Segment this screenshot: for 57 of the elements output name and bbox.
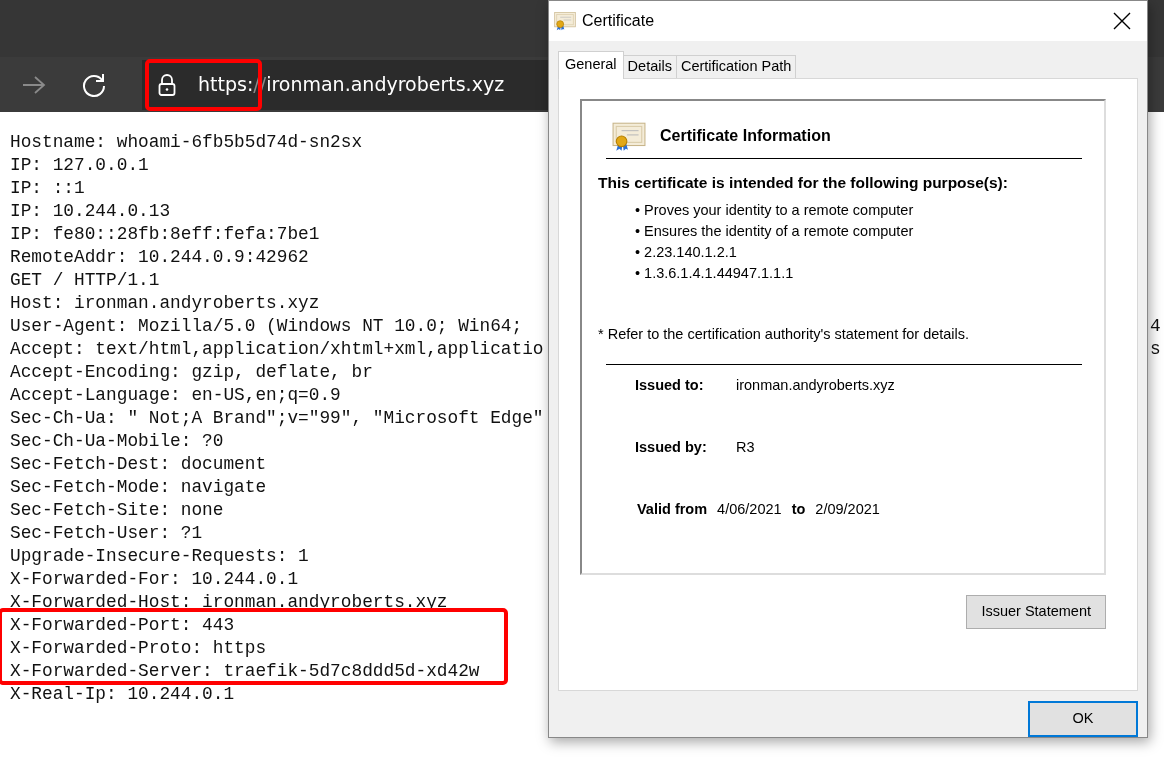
text-line: RemoteAddr: 10.244.0.9:42962 bbox=[10, 246, 309, 269]
text-line: GET / HTTP/1.1 bbox=[10, 269, 160, 292]
certificate-icon bbox=[612, 120, 646, 152]
text-line: Accept: text/html,application/xhtml+xml,applicatio bbox=[10, 338, 544, 361]
bullet-mark: • bbox=[635, 222, 641, 242]
text-line: Sec-Ch-Ua: " Not;A Brand";v="99", "Microsoft Edge" bbox=[10, 407, 544, 430]
text-line: IP: 10.244.0.13 bbox=[10, 200, 171, 223]
tab[interactable]: Certification Path bbox=[675, 54, 797, 78]
text-line: X-Forwarded-Server: traefik-5d7c8ddd5d-xd42w bbox=[10, 660, 480, 683]
tab[interactable]: General bbox=[558, 50, 624, 79]
text-line: X-Forwarded-Proto: https bbox=[10, 637, 267, 660]
text-line: Hostname: whoami-6fb5b5d74d-sn2sx bbox=[10, 131, 363, 154]
purpose-item: Proves your identity to a remote computer bbox=[644, 201, 914, 221]
text-line: Host: ironman.andyroberts.xyz bbox=[10, 292, 320, 315]
text-line: X-Real-Ip: 10.244.0.1 bbox=[10, 683, 235, 706]
field-label: to bbox=[791, 499, 806, 519]
field-label: Issued to: bbox=[635, 375, 705, 395]
bullet-mark: • bbox=[635, 243, 641, 263]
certificate-icon bbox=[554, 10, 576, 31]
lock-icon[interactable] bbox=[158, 73, 176, 96]
close-icon[interactable] bbox=[1113, 12, 1131, 31]
text-fragment: s bbox=[1150, 338, 1161, 361]
text-line: Upgrade-Insecure-Requests: 1 bbox=[10, 545, 309, 568]
section-heading: Certificate Information bbox=[660, 126, 831, 147]
purpose-item: Ensures the identity of a remote computer bbox=[644, 222, 914, 242]
field-value: 4/06/2021 bbox=[717, 499, 782, 519]
text-line: IP: 127.0.0.1 bbox=[10, 154, 149, 177]
url-text[interactable]: https: bbox=[198, 73, 254, 96]
footnote-text: * Refer to the certification authority's statement for details. bbox=[598, 325, 971, 345]
text-line: Accept-Language: en-US,en;q=0.9 bbox=[10, 384, 341, 407]
text-fragment: 4 bbox=[1150, 315, 1161, 338]
text-line: IP: ::1 bbox=[10, 177, 85, 200]
text-line: Sec-Fetch-Site: none bbox=[10, 499, 224, 522]
bullet-mark: • bbox=[635, 201, 641, 221]
text-line: Sec-Fetch-User: ?1 bbox=[10, 522, 203, 545]
issuer-statement-button[interactable]: Issuer Statement bbox=[966, 594, 1106, 629]
text-line: Sec-Fetch-Mode: navigate bbox=[10, 476, 267, 499]
field-value: R3 bbox=[736, 437, 755, 457]
field-label: Valid from bbox=[637, 499, 708, 519]
field-value: ironman.andyroberts.xyz bbox=[736, 375, 895, 395]
text-line: Sec-Fetch-Dest: document bbox=[10, 453, 267, 476]
field-label: Issued by: bbox=[635, 437, 708, 457]
text-line: Accept-Encoding: gzip, deflate, br bbox=[10, 361, 373, 384]
ok-button[interactable]: OK bbox=[1028, 701, 1138, 737]
purpose-item: 2.23.140.1.2.1 bbox=[644, 243, 737, 263]
text-line: X-Forwarded-For: 10.244.0.1 bbox=[10, 568, 299, 591]
field-value: 2/09/2021 bbox=[815, 499, 880, 519]
text-line: X-Forwarded-Host: ironman.andyroberts.xyz bbox=[10, 591, 448, 614]
bullet-mark: • bbox=[635, 264, 641, 284]
window-title: Certificate bbox=[582, 10, 655, 31]
purpose-item: 1.3.6.1.4.1.44947.1.1.1 bbox=[644, 264, 794, 284]
text-line: Sec-Ch-Ua-Mobile: ?0 bbox=[10, 430, 224, 453]
url-text[interactable]: ironman.andyroberts.xyz bbox=[266, 73, 505, 96]
purpose-title: This certificate is intended for the following purpose(s): bbox=[598, 172, 1009, 193]
text-line: User-Agent: Mozilla/5.0 (Windows NT 10.0; Win64; bbox=[10, 315, 523, 338]
text-line: X-Forwarded-Port: 443 bbox=[10, 614, 235, 637]
text-line: IP: fe80::28fb:8eff:fefa:7be1 bbox=[10, 223, 320, 246]
